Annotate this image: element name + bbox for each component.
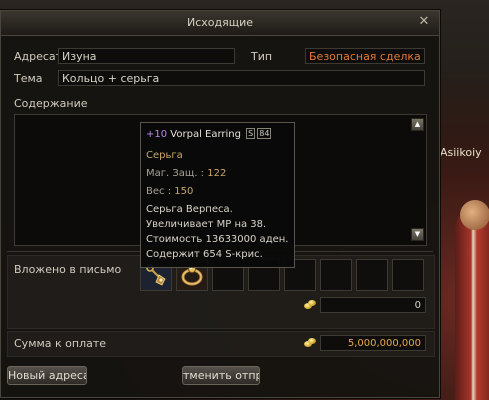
recipient-input[interactable]: Изуна xyxy=(58,48,235,64)
tooltip-stat-label: Маг. Защ. : xyxy=(146,168,208,179)
attached-adena-input[interactable]: 0 xyxy=(320,297,426,313)
background-character xyxy=(455,210,489,400)
tooltip-desc-line: Серьга Верпеса. xyxy=(146,204,233,215)
tooltip-stat-row: Маг. Защ. : 122 xyxy=(146,168,226,179)
window-titlebar[interactable]: Исходящие ✕ xyxy=(1,11,439,36)
scroll-down-icon[interactable]: ▼ xyxy=(411,228,424,241)
background-character-head xyxy=(460,200,489,230)
tooltip-desc-line: Содержит 654 S-крис. xyxy=(146,249,263,260)
attachments-label: Вложено в письмо xyxy=(14,263,122,276)
new-recipient-button[interactable]: Новый адресат xyxy=(7,366,87,385)
adena-coin-icon xyxy=(304,338,316,348)
tooltip-item-type: Серьга xyxy=(146,150,183,161)
payment-amount-input[interactable]: 5,000,000,000 xyxy=(320,335,426,351)
grade-badge: S xyxy=(246,128,256,139)
grade-level-badge: 84 xyxy=(257,128,272,139)
subject-label: Тема xyxy=(14,72,43,85)
item-tooltip: +10 Vorpal Earring S 84 Серьга Маг. Защ. … xyxy=(140,122,295,268)
adena-coin-icon xyxy=(304,300,316,310)
attachment-slot-empty[interactable] xyxy=(356,259,388,291)
recipient-label: Адресат xyxy=(14,50,63,63)
payment-label: Сумма к оплате xyxy=(14,337,107,350)
cancel-send-button[interactable]: тменить отправ xyxy=(182,366,260,385)
scroll-up-icon[interactable]: ▲ xyxy=(411,118,424,131)
deal-type-select[interactable]: Безопасная сделка xyxy=(305,48,425,64)
tooltip-title-row: +10 Vorpal Earring S 84 xyxy=(146,128,272,140)
close-icon[interactable]: ✕ xyxy=(417,15,431,29)
window-title: Исходящие xyxy=(186,16,254,29)
subject-input[interactable]: Кольцо + серьга xyxy=(58,70,425,86)
mail-outbox-window: Исходящие ✕ Адресат Изуна Тип Безопасная… xyxy=(0,10,440,398)
content-label: Содержание xyxy=(14,97,88,110)
tooltip-weight-label: Вес : xyxy=(146,186,175,197)
tooltip-enchant: +10 xyxy=(146,129,168,140)
tooltip-desc-line: Увеличивает MP на 38. xyxy=(146,219,267,230)
background-player-name: Asiikoiy xyxy=(440,146,482,159)
tooltip-stat-value: 122 xyxy=(207,168,227,179)
tooltip-weight-row: Вес : 150 xyxy=(146,186,193,197)
tooltip-desc-line: Стоимость 13633000 аден. xyxy=(146,234,289,245)
type-label: Тип xyxy=(251,50,273,63)
attachment-slot-empty[interactable] xyxy=(392,259,424,291)
tooltip-item-name: Vorpal Earring xyxy=(170,129,241,140)
attachment-slot-empty[interactable] xyxy=(320,259,352,291)
tooltip-weight-value: 150 xyxy=(174,186,194,197)
